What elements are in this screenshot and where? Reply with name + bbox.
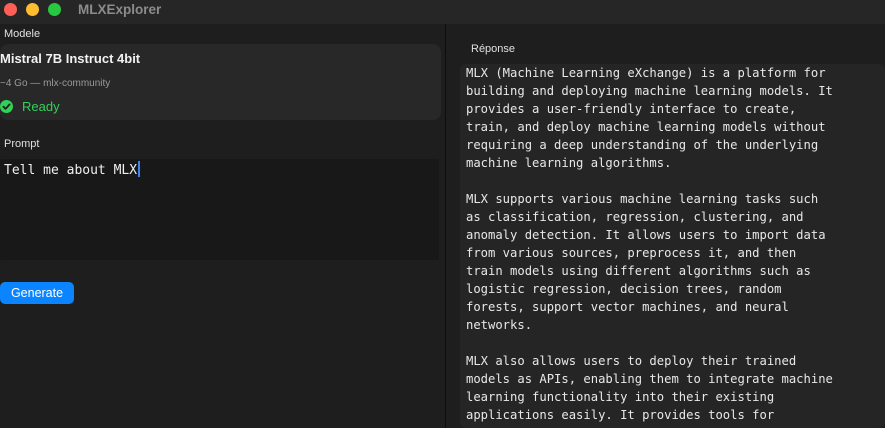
text-cursor (138, 161, 141, 177)
right-pane: Réponse MLX (Machine Learning eXchange) … (446, 24, 885, 428)
zoom-window-button[interactable] (48, 3, 61, 16)
response-box[interactable]: MLX (Machine Learning eXchange) is a pla… (460, 64, 885, 428)
window-title: MLXExplorer (78, 2, 162, 17)
model-name: Mistral 7B Instruct 4bit (0, 51, 141, 66)
app-window: MLXExplorer Modele Mistral 7B Instruct 4… (0, 0, 885, 428)
checkmark-circle-icon (0, 100, 13, 113)
prompt-input[interactable]: Tell me about MLX (0, 159, 439, 260)
model-section-label: Modele (4, 28, 41, 40)
status-text: Ready (22, 99, 60, 114)
minimize-window-button[interactable] (26, 3, 39, 16)
title-bar: MLXExplorer (0, 0, 885, 24)
response-text: MLX (Machine Learning eXchange) is a pla… (466, 66, 833, 422)
close-window-button[interactable] (4, 3, 17, 16)
response-label: Réponse (471, 43, 516, 55)
model-card[interactable]: Mistral 7B Instruct 4bit ~4 Go — mlx-com… (0, 44, 441, 120)
generate-button[interactable]: Generate (0, 282, 74, 304)
model-meta: ~4 Go — mlx-community (0, 78, 111, 89)
left-pane: Modele Mistral 7B Instruct 4bit ~4 Go — … (0, 24, 445, 428)
prompt-label: Prompt (4, 138, 40, 150)
prompt-text: Tell me about MLX (4, 163, 138, 178)
